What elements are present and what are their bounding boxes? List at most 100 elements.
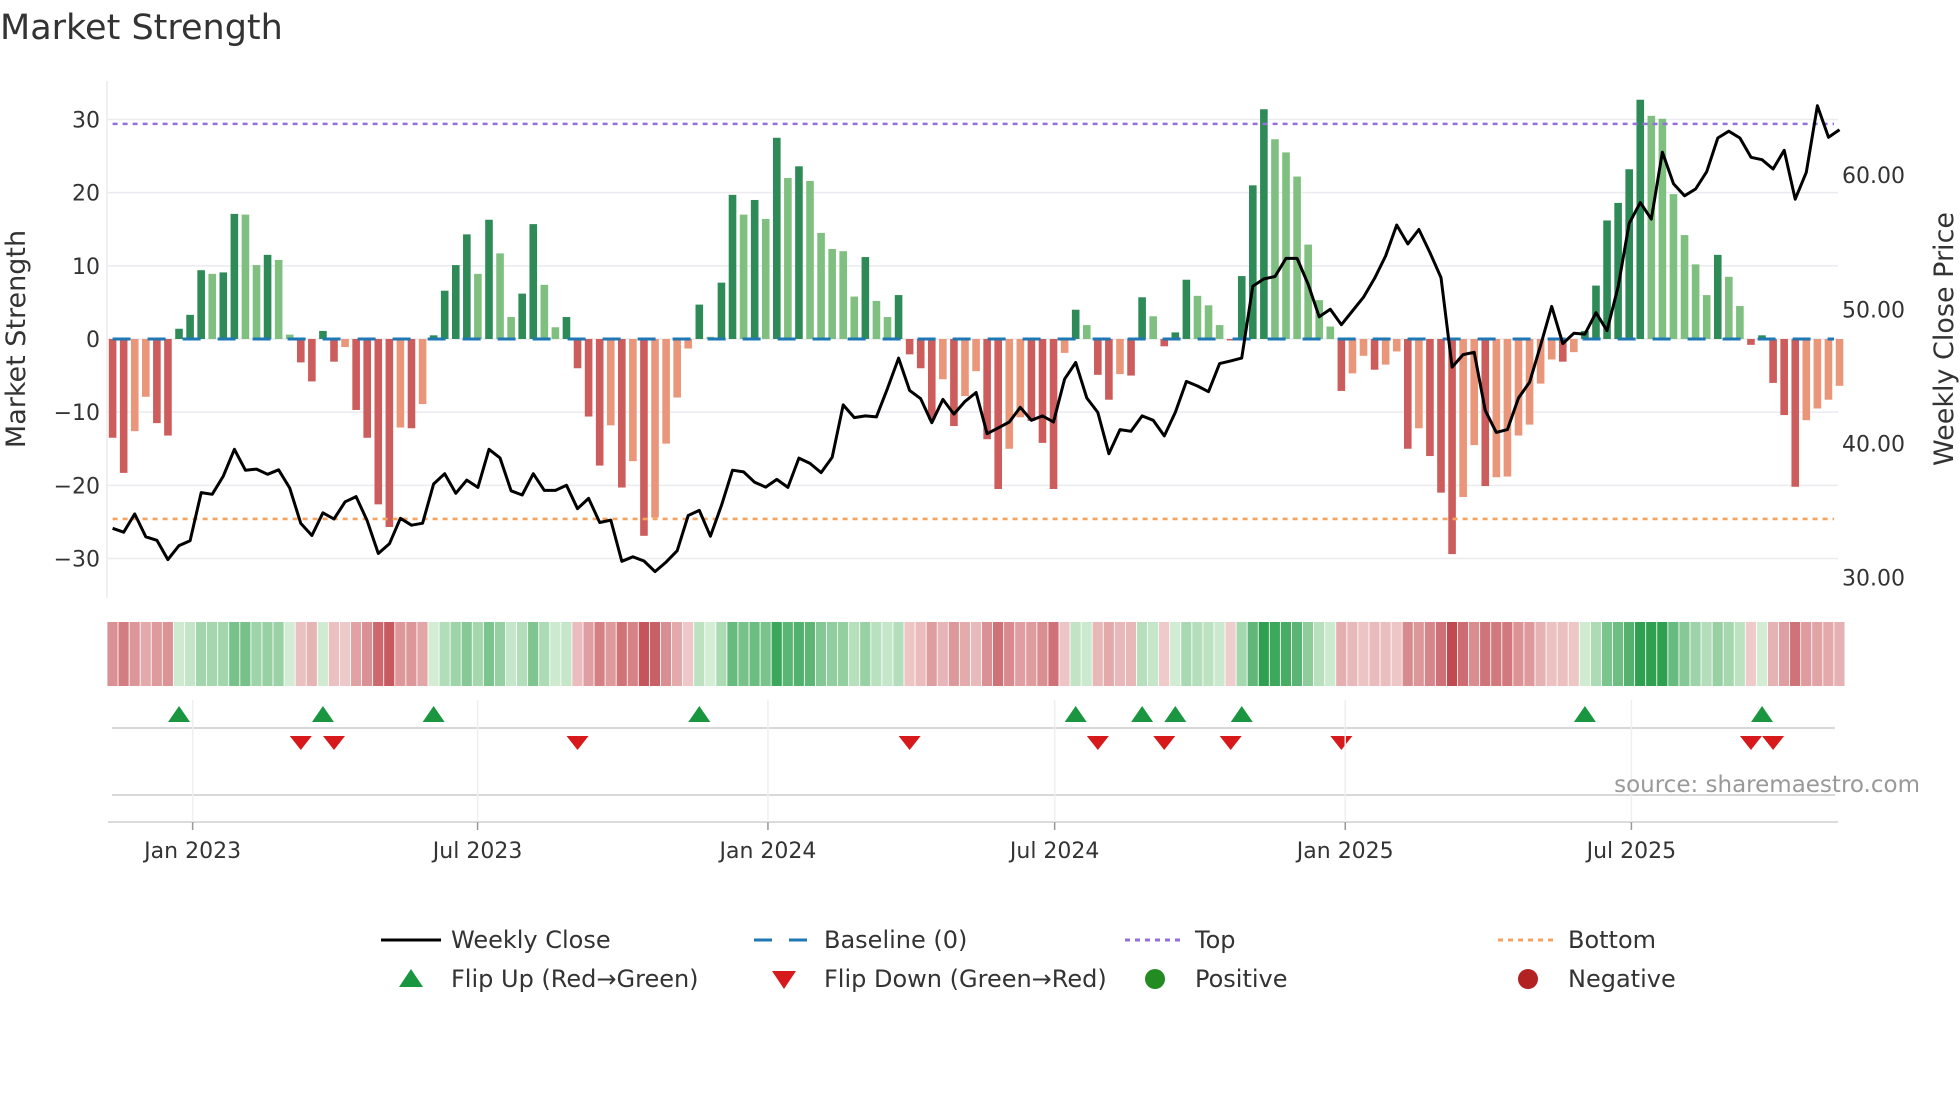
y-tick-label: −30 <box>54 547 100 572</box>
strength-bar <box>1215 325 1224 339</box>
strength-bar <box>927 338 936 420</box>
heat-cell <box>1258 622 1269 686</box>
heat-cell <box>1491 622 1502 686</box>
strength-bar <box>629 338 637 462</box>
heat-cell <box>317 622 328 686</box>
strength-bar <box>739 214 748 339</box>
heat-cell <box>1557 622 1568 686</box>
heat-cell <box>1723 622 1734 686</box>
flip-markers <box>112 706 1835 796</box>
strength-bar <box>1547 338 1556 360</box>
circle-green-icon <box>1145 969 1165 989</box>
heat-cell <box>594 622 605 686</box>
strength-bar <box>850 296 859 339</box>
strength-bar <box>396 338 405 428</box>
strength-bar <box>695 304 704 339</box>
strength-bar <box>1348 338 1357 374</box>
strength-bar <box>1437 338 1445 493</box>
heat-cell <box>838 622 849 686</box>
strength-bar <box>1237 276 1246 339</box>
strength-bar <box>562 317 571 339</box>
heat-cell <box>1612 622 1624 686</box>
chart-title: Market Strength <box>0 8 283 48</box>
x-tick-label: Jul 2025 <box>1585 839 1677 864</box>
strength-bar <box>1647 115 1656 339</box>
strength-bar <box>164 338 172 436</box>
heat-cell <box>1590 622 1601 686</box>
strength-bar <box>1769 338 1777 383</box>
strength-bar <box>142 338 150 397</box>
strength-bar <box>573 338 582 369</box>
heat-cell <box>1192 622 1203 686</box>
strength-bar <box>1094 338 1102 375</box>
heat-cell <box>1070 622 1081 686</box>
strength-bar <box>418 338 427 405</box>
strength-bar <box>795 166 803 339</box>
flip-up-marker <box>1064 706 1087 722</box>
strength-bar <box>773 137 781 339</box>
strength-bar <box>894 295 903 339</box>
strength-bar <box>1127 338 1135 376</box>
heat-cell <box>1756 622 1768 686</box>
strength-bar <box>1116 338 1124 375</box>
heat-cell <box>1059 622 1070 686</box>
heat-cell <box>107 622 118 686</box>
heat-cell <box>1048 622 1059 686</box>
flip-up-marker <box>311 706 334 722</box>
strength-bar <box>916 338 925 369</box>
heat-cell <box>793 622 804 686</box>
strength-bar <box>341 338 349 348</box>
strength-bar <box>1282 152 1290 339</box>
strength-bar <box>595 338 604 466</box>
strength-bar <box>1747 338 1755 345</box>
flip-down-marker <box>1219 736 1242 750</box>
strength-bar <box>1138 297 1146 339</box>
heat-cell <box>417 622 428 686</box>
heat-cell <box>1535 622 1546 686</box>
strength-bar <box>651 338 659 518</box>
strength-bar <box>1082 325 1091 339</box>
strength-bar <box>1835 338 1844 386</box>
strength-bar <box>1702 295 1711 339</box>
strength-bar <box>1193 295 1202 339</box>
x-ticks: Jan 2023 Jul 2023 Jan 2024 Jul 2024 Jan 2025… <box>108 700 1838 864</box>
strength-bar <box>1691 264 1700 339</box>
heat-cell <box>1568 622 1579 686</box>
heat-cell <box>306 622 317 686</box>
strength-bar <box>994 338 1002 489</box>
heat-cell <box>406 622 417 686</box>
strength-bar <box>1791 338 1800 487</box>
heat-cell <box>450 622 461 686</box>
strength-bar <box>905 338 914 355</box>
heat-cell <box>1291 622 1303 686</box>
legend-label: Negative <box>1568 965 1676 993</box>
heat-cell <box>129 622 140 686</box>
reference-lines <box>112 122 1834 521</box>
heat-cell <box>295 622 306 686</box>
strength-bar <box>839 251 848 339</box>
heat-cell <box>1690 622 1701 686</box>
strength-bar <box>551 327 560 339</box>
heat-cell <box>760 622 771 686</box>
heat-cell <box>428 622 439 686</box>
strength-bar <box>230 213 239 339</box>
legend-item: Baseline (0) <box>754 926 967 954</box>
heat-cell <box>638 622 649 686</box>
heat-cell <box>826 622 838 686</box>
heat-cell <box>1325 622 1336 686</box>
y2-axis-label: Weekly Close Price <box>1929 212 1960 466</box>
heat-cell <box>1646 622 1657 686</box>
strength-bar <box>750 199 759 339</box>
y-tick-label: 0 <box>86 328 100 353</box>
flip-up-marker <box>1573 706 1596 722</box>
heat-cell <box>1280 622 1292 686</box>
heat-cell <box>1081 622 1092 686</box>
strength-bar <box>308 338 316 382</box>
heat-cell <box>494 622 506 686</box>
strength-bar <box>1038 338 1047 443</box>
heat-cell <box>1225 622 1236 686</box>
heat-cell <box>1524 622 1535 686</box>
strength-bar <box>175 328 183 339</box>
heat-cell <box>373 622 384 686</box>
x-tick-label: Jan 2023 <box>142 839 241 864</box>
